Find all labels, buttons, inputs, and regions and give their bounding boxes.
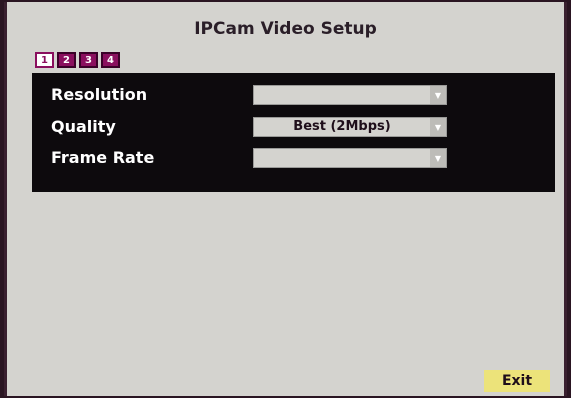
resolution-select[interactable]: ▼ [253, 85, 447, 105]
tab-camera-4[interactable]: 4 [101, 52, 120, 68]
tab-camera-3[interactable]: 3 [79, 52, 98, 68]
quality-row: Quality Best (2Mbps) ▼ [32, 115, 555, 139]
chevron-down-icon[interactable]: ▼ [430, 118, 446, 136]
resolution-row: Resolution ▼ [32, 83, 555, 107]
exit-button[interactable]: Exit [484, 370, 550, 392]
page-title: IPCam Video Setup [194, 19, 377, 39]
quality-value: Best (2Mbps) [293, 119, 391, 134]
quality-label: Quality [51, 117, 116, 136]
settings-panel: Resolution ▼ Quality Best (2Mbps) ▼ Fram… [32, 73, 555, 192]
resolution-value [254, 86, 430, 104]
quality-select[interactable]: Best (2Mbps) ▼ [253, 117, 447, 137]
setup-screen: IPCam Video Setup 1 2 3 4 Resolution ▼ Q… [4, 2, 567, 396]
frame-rate-row: Frame Rate ▼ [32, 146, 555, 170]
chevron-down-icon[interactable]: ▼ [430, 149, 446, 167]
camera-tabs: 1 2 3 4 [35, 52, 120, 68]
chevron-down-icon[interactable]: ▼ [430, 86, 446, 104]
frame-rate-select[interactable]: ▼ [253, 148, 447, 168]
frame-rate-label: Frame Rate [51, 148, 155, 167]
resolution-label: Resolution [51, 85, 148, 104]
tab-camera-1[interactable]: 1 [35, 52, 54, 68]
tab-camera-2[interactable]: 2 [57, 52, 76, 68]
frame-rate-value [254, 149, 430, 167]
